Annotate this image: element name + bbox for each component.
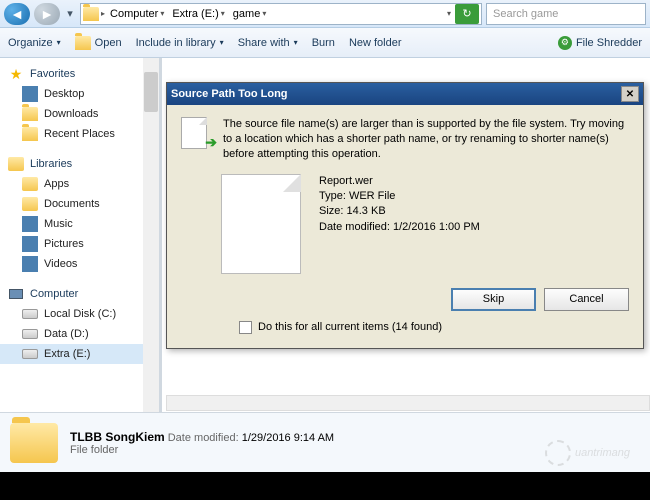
nav-forward-button[interactable]: ► — [34, 3, 60, 25]
computer-icon — [9, 289, 23, 299]
organize-menu[interactable]: Organize ▾ — [8, 37, 61, 49]
address-bar[interactable]: ▸ Computer ▾ Extra (E:) ▾ game ▾ ▾ ↻ — [80, 3, 482, 25]
sidebar-item-drive-d[interactable]: Data (D:) — [0, 324, 159, 344]
move-file-icon: ➔ — [181, 117, 213, 153]
sidebar-scrollbar[interactable] — [143, 58, 159, 458]
sidebar-item-documents[interactable]: Documents — [0, 194, 159, 214]
file-shredder-button[interactable]: ⚙File Shredder — [558, 36, 642, 50]
file-size: Size: 14.3 KB — [319, 204, 480, 219]
pictures-icon — [22, 236, 38, 252]
documents-icon — [22, 197, 38, 211]
favorites-header[interactable]: ★Favorites — [0, 64, 159, 84]
sidebar-item-music[interactable]: Music — [0, 214, 159, 234]
close-button[interactable]: ✕ — [621, 86, 639, 102]
file-name: Report.wer — [319, 174, 480, 189]
libraries-header[interactable]: Libraries — [0, 154, 159, 174]
file-info: Report.wer Type: WER File Size: 14.3 KB … — [319, 174, 480, 274]
apps-icon — [22, 177, 38, 191]
burn-button[interactable]: Burn — [312, 37, 335, 49]
folder-open-icon — [75, 36, 91, 50]
sidebar-item-recent[interactable]: Recent Places — [0, 124, 159, 144]
sidebar-item-drive-c[interactable]: Local Disk (C:) — [0, 304, 159, 324]
nav-history-dropdown[interactable]: ▾ — [64, 4, 76, 24]
checkbox-label[interactable]: Do this for all current items (14 found) — [258, 321, 442, 333]
do-for-all-checkbox[interactable] — [239, 321, 252, 334]
sidebar-item-videos[interactable]: Videos — [0, 254, 159, 274]
error-dialog: Source Path Too Long ✕ ➔ The source file… — [166, 82, 644, 349]
gear-icon — [545, 440, 571, 466]
videos-icon — [22, 256, 38, 272]
address-dropdown-icon[interactable]: ▾ — [447, 9, 451, 18]
sidebar-item-drive-e[interactable]: Extra (E:) — [0, 344, 159, 364]
include-library-menu[interactable]: Include in library ▾ — [136, 37, 224, 49]
cancel-button[interactable]: Cancel — [544, 288, 629, 311]
breadcrumb-segment[interactable]: Computer ▾ — [107, 8, 167, 20]
file-preview-icon — [221, 174, 301, 274]
drive-icon — [22, 309, 38, 319]
desktop-icon — [22, 86, 38, 102]
breadcrumb-segment[interactable]: Extra (E:) ▾ — [169, 8, 227, 20]
libraries-icon — [8, 157, 24, 171]
search-input[interactable]: Search game — [486, 3, 646, 25]
share-with-menu[interactable]: Share with ▾ — [238, 37, 298, 49]
drive-icon — [22, 329, 38, 339]
sidebar-item-downloads[interactable]: Downloads — [0, 104, 159, 124]
recent-icon — [22, 127, 38, 141]
dialog-title: Source Path Too Long — [171, 88, 288, 100]
horizontal-scrollbar[interactable] — [166, 395, 650, 411]
skip-button[interactable]: Skip — [451, 288, 536, 311]
refresh-button[interactable]: ↻ — [455, 4, 479, 24]
selected-item-type: File folder — [70, 444, 334, 456]
star-icon: ★ — [8, 66, 24, 82]
titlebar: ◄ ► ▾ ▸ Computer ▾ Extra (E:) ▾ game ▾ ▾… — [0, 0, 650, 28]
modified-label: Date modified: — [168, 432, 239, 444]
sidebar-item-apps[interactable]: Apps — [0, 174, 159, 194]
black-bar — [0, 472, 650, 500]
file-type: Type: WER File — [319, 189, 480, 204]
sidebar-item-pictures[interactable]: Pictures — [0, 234, 159, 254]
folder-icon — [83, 7, 99, 21]
chevron-right-icon[interactable]: ▸ — [101, 9, 105, 18]
file-modified: Date modified: 1/2/2016 1:00 PM — [319, 220, 480, 235]
breadcrumb-segment[interactable]: game ▾ — [230, 8, 270, 20]
folder-icon — [10, 423, 58, 463]
shredder-icon: ⚙ — [558, 36, 572, 50]
toolbar: Organize ▾ Open Include in library ▾ Sha… — [0, 28, 650, 58]
new-folder-button[interactable]: New folder — [349, 37, 402, 49]
navigation-pane: ★Favorites Desktop Downloads Recent Plac… — [0, 58, 160, 458]
open-button[interactable]: Open — [75, 35, 122, 51]
nav-back-button[interactable]: ◄ — [4, 3, 30, 25]
drive-icon — [22, 349, 38, 359]
downloads-icon — [22, 107, 38, 121]
dialog-message: The source file name(s) are larger than … — [223, 117, 629, 162]
watermark: uantrimang — [545, 440, 630, 466]
computer-header[interactable]: Computer — [0, 284, 159, 304]
music-icon — [22, 216, 38, 232]
modified-value: 1/29/2016 9:14 AM — [242, 432, 334, 444]
selected-item-name: TLBB SongKiem — [70, 430, 165, 444]
sidebar-item-desktop[interactable]: Desktop — [0, 84, 159, 104]
dialog-titlebar[interactable]: Source Path Too Long ✕ — [167, 83, 643, 105]
